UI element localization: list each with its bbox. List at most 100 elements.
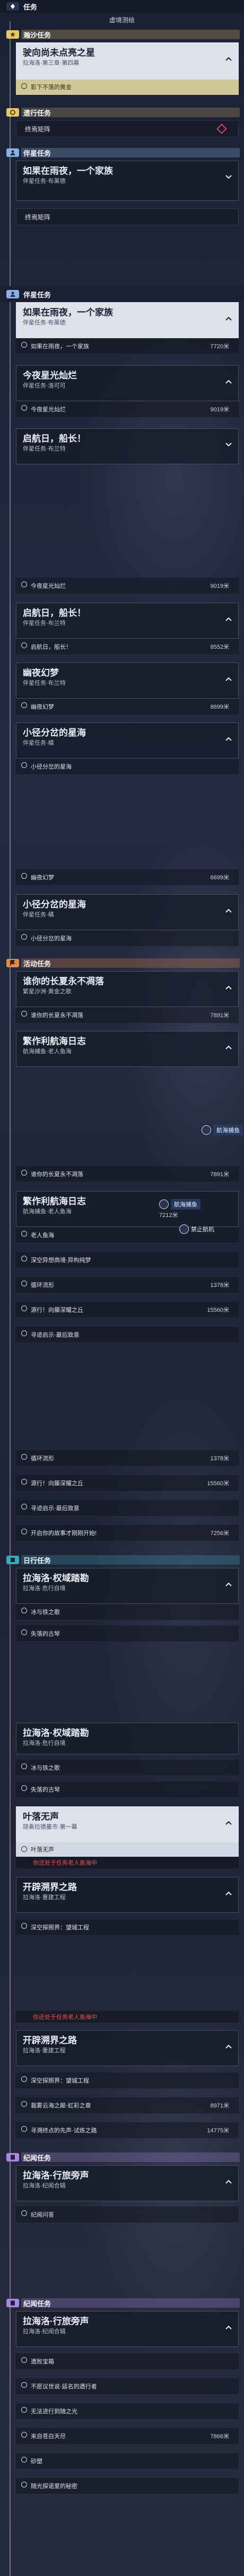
quest-step[interactable]: 随光探诺爱的秘密 bbox=[16, 2478, 239, 2494]
chevron-up-icon[interactable] bbox=[225, 908, 232, 913]
chevron-up-icon[interactable] bbox=[225, 1582, 232, 1586]
companion-icon bbox=[6, 148, 19, 157]
quest-step[interactable]: 深空探照界：望城工程 bbox=[16, 2072, 239, 2089]
quest-card-q9[interactable]: 拉海洛·权域踏勘 拉海洛·危行自境 bbox=[16, 1723, 239, 1754]
quest-card-q8[interactable]: 繁作利航海日志 航海捕鱼·老人鱼海 bbox=[16, 1191, 239, 1227]
quest-card-q1[interactable]: 驶向尚未点亮之星 拉海洛·第三章·第四幕 bbox=[16, 42, 239, 80]
quest-step[interactable]: 深空探照界：望城工程 bbox=[16, 1919, 239, 1936]
companion-quest-header[interactable]: 伴星任务 bbox=[0, 286, 244, 302]
quest-card-q8[interactable]: 繁作利航海日志 航海捕鱼·老人鱼海 bbox=[16, 1031, 239, 1067]
quest-step[interactable]: 幽夜幻梦 8699米 bbox=[16, 699, 239, 715]
quest-card-q6[interactable]: 小径分岔的星海 伴星任务·橘 bbox=[16, 722, 239, 758]
quest-step[interactable]: 谁你的长夏永不凋落 7891米 bbox=[16, 1007, 239, 1024]
quest-step[interactable]: 寻迹启示·最后致意 bbox=[16, 1327, 239, 1343]
quest-step[interactable]: 不愿议世说·延名的遗行者 bbox=[16, 2378, 239, 2395]
quest-card-q12[interactable]: 拉海洛·行旅旁声 拉海洛·纪闻合辑 bbox=[16, 2165, 239, 2201]
quest-row[interactable]: 终焉矩阵 bbox=[16, 208, 239, 225]
quest-card-q4[interactable]: 启航日，船长！ 伴星任务·布兰特 bbox=[16, 428, 239, 464]
book-icon bbox=[6, 2299, 19, 2307]
quest-card-q11[interactable]: 开辟溯界之路 拉海洛·重建工程 bbox=[16, 1877, 239, 1913]
quest-title: 驶向尚未点亮之星 bbox=[23, 48, 95, 58]
chevron-up-icon[interactable] bbox=[225, 380, 232, 384]
screenshot-section-8: 你还处于任务老人鱼海中 开辟溯界之路 拉海洛·重建工程 深空探照界：望城工程 裁… bbox=[0, 2004, 244, 2290]
quest-step[interactable]: 今夜星光灿烂 9019米 bbox=[16, 401, 239, 418]
chevron-up-icon[interactable] bbox=[225, 1821, 232, 1825]
nav-popup[interactable]: 航海捕鱼 bbox=[159, 1199, 201, 1210]
quest-step-active[interactable]: 叶落无声 bbox=[16, 1842, 239, 1857]
quest-step[interactable]: 深空异想商境·异构纯梦 bbox=[16, 1252, 239, 1268]
companion-icon bbox=[6, 290, 19, 298]
step-radio-icon bbox=[21, 1629, 27, 1635]
story-quest-row[interactable]: 终焉矩阵 bbox=[16, 120, 239, 137]
step-radio-icon bbox=[21, 2382, 27, 2388]
quest-step[interactable]: 如果在雨夜，一个家族 7720米 bbox=[16, 338, 239, 355]
quest-step[interactable]: 冰与铁之歌 bbox=[16, 1760, 239, 1776]
quest-step[interactable]: 幽夜幻梦 6699米 bbox=[16, 869, 239, 886]
quest-step[interactable]: 启航日，船长！ 8552米 bbox=[16, 639, 239, 655]
story-quest-header[interactable]: 遗行任务 bbox=[0, 104, 244, 120]
companion-quest-header[interactable]: 伴星任务 bbox=[0, 145, 244, 161]
quest-card-q11[interactable]: 开辟溯界之路 拉海洛·重建工程 bbox=[16, 2030, 239, 2066]
quest-step[interactable]: 小径分岔的星海 bbox=[16, 930, 239, 947]
quest-card-q10[interactable]: 叶落无声 琼奏拉德曼市·第一幕 bbox=[16, 1806, 239, 1842]
quest-step[interactable]: 源行！向藤深耀之丘 15560米 bbox=[16, 1475, 239, 1492]
nav-popup-2[interactable]: 禁止航机 bbox=[179, 1224, 214, 1234]
step-radio-icon bbox=[21, 1504, 27, 1510]
boat-icon bbox=[179, 1224, 189, 1234]
quest-step[interactable]: 循环流形 1378米 bbox=[16, 1277, 239, 1293]
quest-card-q4[interactable]: 启航日，船长！ 伴星任务·布兰特 bbox=[16, 603, 239, 639]
quest-step[interactable]: 源行！向藤深耀之丘 15560米 bbox=[16, 1302, 239, 1318]
chevron-up-icon[interactable] bbox=[225, 316, 232, 321]
tracking-marker-icon bbox=[216, 123, 227, 134]
quest-step[interactable]: 失落的古琴 bbox=[16, 1781, 239, 1798]
rare-quest-header[interactable]: 瀚沙任务 bbox=[0, 27, 244, 42]
quest-step[interactable]: 裁雾云海之颠·虹彩之章 8971米 bbox=[16, 2097, 239, 2114]
quest-card-q3[interactable]: 今夜星光灿烂 伴星任务·洛可可 bbox=[16, 365, 239, 401]
quest-card-q5[interactable]: 幽夜幻梦 伴星任务·布兰特 bbox=[16, 663, 239, 699]
event-flag-icon bbox=[6, 959, 19, 967]
chevron-down-icon[interactable] bbox=[225, 443, 232, 447]
screenshot-section-1: 任务 虚境测绘 瀚沙任务 驶向尚未点亮之星 拉海洛·第三章·第四幕 影下不落的黄… bbox=[0, 0, 244, 286]
quest-card-q2[interactable]: 如果在雨夜，一个家族 伴星任务·布莱德 bbox=[16, 302, 239, 338]
quest-card-q9[interactable]: 拉海洛·权域踏勘 拉海洛·危行自境 bbox=[16, 1568, 239, 1604]
chevron-up-icon[interactable] bbox=[225, 2044, 232, 2049]
quest-step[interactable]: 无法进行到随之光 bbox=[16, 2403, 239, 2420]
screenshot-section-3: 今夜星光灿烂 9019米 启航日，船长！ 伴星任务·布兰特 启航日，船长！ 85… bbox=[0, 572, 244, 859]
quest-card-q7[interactable]: 谁你的长夏永不凋落 繁星沙洲·黄金之歌 bbox=[16, 971, 239, 1007]
quest-card-q6[interactable]: 小径分岔的星海 伴星任务·橘 bbox=[16, 894, 239, 930]
quest-step[interactable]: 冰与铁之歌 bbox=[16, 1604, 239, 1620]
quest-step[interactable]: 小径分岔的星海 bbox=[16, 758, 239, 775]
quest-step[interactable]: 来自苍白天尽 7866米 bbox=[16, 2428, 239, 2445]
quest-step[interactable]: 循环流形 1378米 bbox=[16, 1450, 239, 1467]
chevron-down-icon[interactable] bbox=[225, 175, 232, 179]
quest-step[interactable]: 寻溯终点的先声·试炼之路 14775米 bbox=[16, 2122, 239, 2139]
quest-card-q12[interactable]: 拉海洛·行旅旁声 拉海洛·纪闻合辑 bbox=[16, 2311, 239, 2347]
quest-step[interactable]: 今夜星光灿烂 9019米 bbox=[16, 578, 239, 594]
chevron-up-icon[interactable] bbox=[225, 1891, 232, 1895]
daily-quest-header[interactable]: 日行任务 bbox=[0, 1552, 244, 1568]
quest-step[interactable]: 砂塑 bbox=[16, 2453, 239, 2469]
quest-card-q2[interactable]: 如果在雨夜，一个家族 伴星任务·布莱德 bbox=[16, 161, 239, 201]
chevron-up-icon[interactable] bbox=[225, 617, 232, 621]
chevron-up-icon[interactable] bbox=[225, 985, 232, 990]
quest-step[interactable]: 失落的古琴 bbox=[16, 1626, 239, 1642]
chevron-up-icon[interactable] bbox=[225, 737, 232, 741]
lore-quest-header[interactable]: 纪闻任务 bbox=[0, 2295, 244, 2311]
chevron-up-icon[interactable] bbox=[225, 1045, 232, 1049]
quest-step[interactable]: 遗败宝箱 bbox=[16, 2353, 239, 2370]
event-quest-header[interactable]: 活动任务 bbox=[0, 955, 244, 971]
quest-step[interactable]: 纪闻问答 bbox=[16, 2207, 239, 2223]
quest-step[interactable]: 开启你的故事才刚刚开始! 7256米 bbox=[16, 1525, 239, 1541]
quest-step[interactable]: 谁你的长夏永不凋落 7891米 bbox=[16, 1166, 239, 1183]
chevron-up-icon[interactable] bbox=[225, 57, 232, 61]
warning-message: 你还处于任务老人鱼海中 bbox=[16, 1857, 239, 1868]
nav-popup[interactable]: 航海捕鱼 bbox=[202, 1125, 243, 1135]
chevron-up-icon[interactable] bbox=[225, 2180, 232, 2184]
map-icon bbox=[6, 2, 19, 11]
chevron-up-icon[interactable] bbox=[225, 2325, 232, 2330]
lore-quest-header[interactable]: 纪闻任务 bbox=[0, 2149, 244, 2165]
quest-step[interactable]: 寻迹启示·最后致意 bbox=[16, 1500, 239, 1516]
chevron-up-icon[interactable] bbox=[225, 677, 232, 681]
step-radio-icon bbox=[21, 1923, 27, 1929]
quest-step-q1[interactable]: 影下不落的黄金 bbox=[16, 80, 239, 95]
